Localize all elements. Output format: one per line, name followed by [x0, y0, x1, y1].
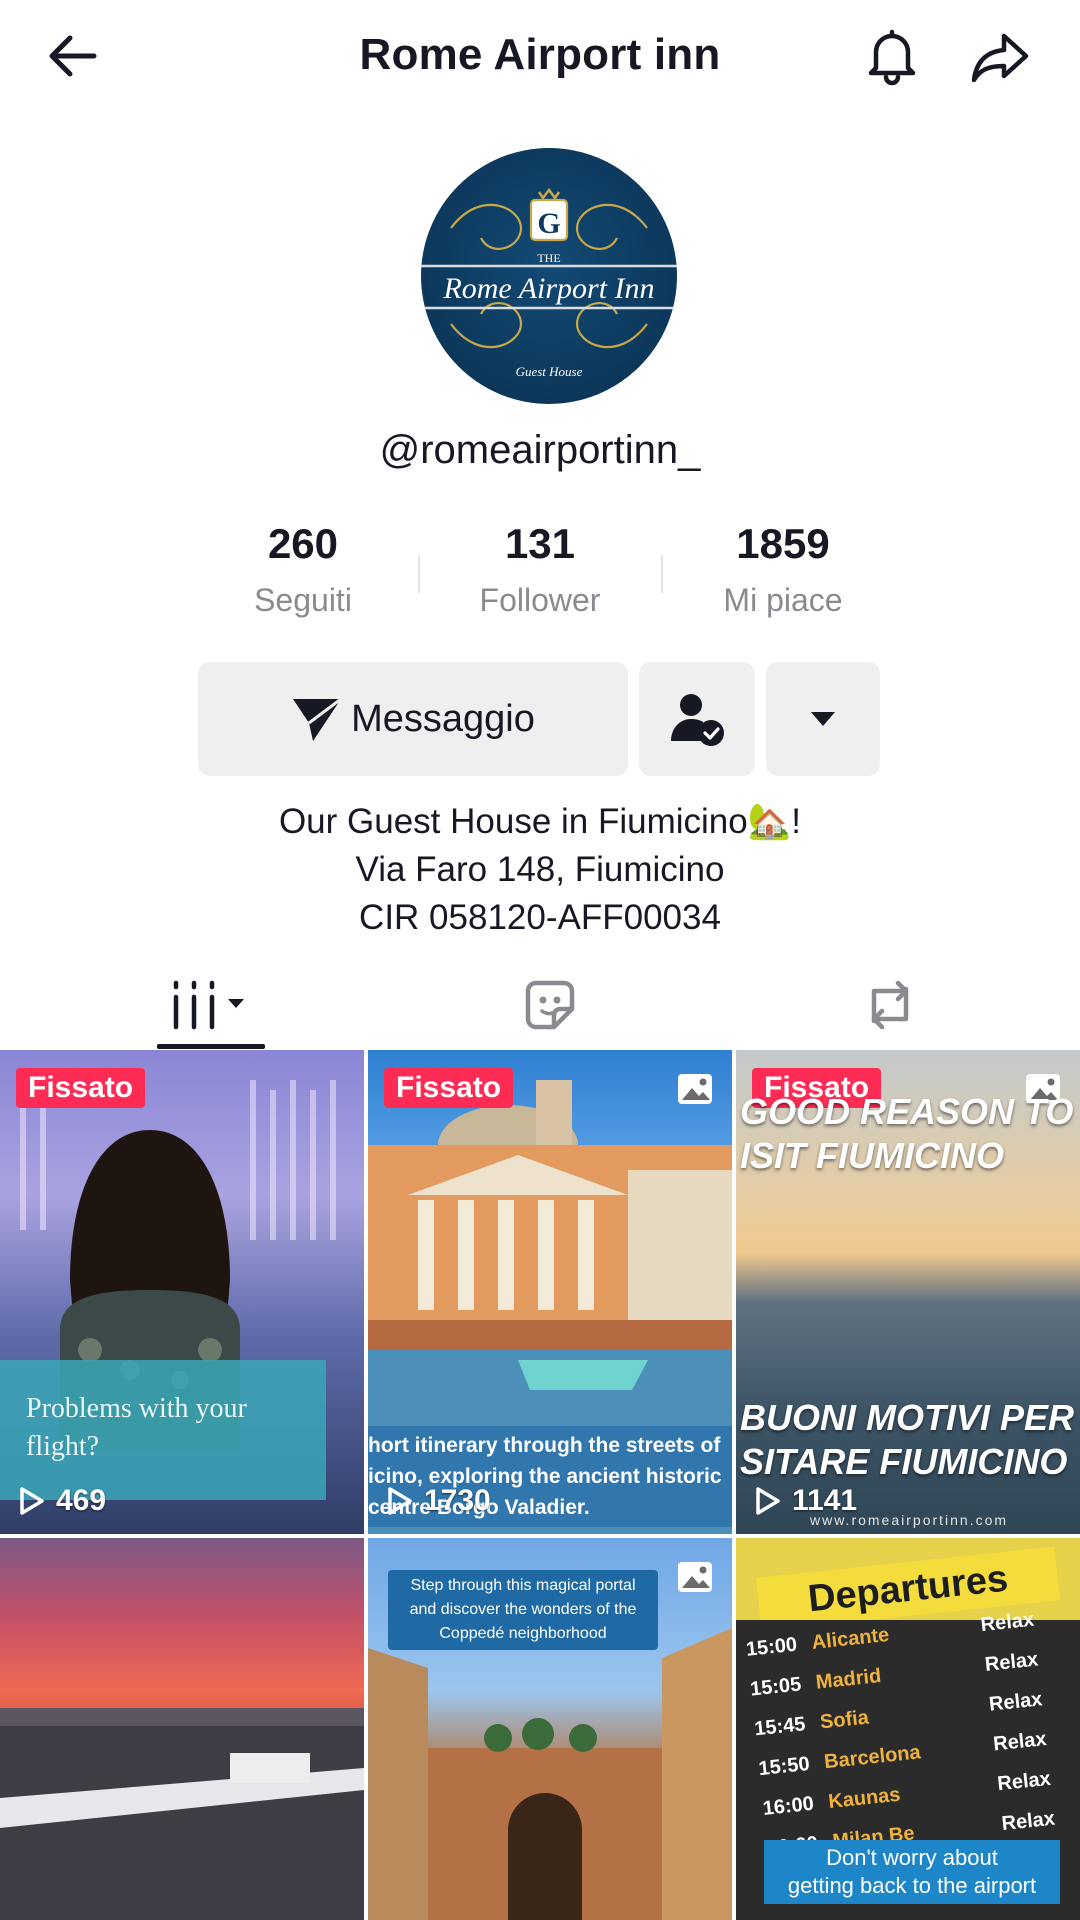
stat-following[interactable]: 260 Seguiti [193, 520, 413, 619]
active-tab-indicator [157, 1044, 265, 1049]
video-tile[interactable] [0, 1538, 364, 1920]
stat-divider [418, 555, 420, 593]
play-icon [388, 1487, 412, 1515]
avatar-subtitle: Guest House [516, 364, 583, 379]
bio-line: Our Guest House in Fiumicino🏡! [278, 802, 802, 841]
bell-icon[interactable] [860, 24, 924, 88]
departure-time: 15:50 [757, 1752, 811, 1781]
stat-label: Mi piace [723, 582, 843, 618]
view-count: 1730 [386, 1484, 491, 1518]
following-status-button[interactable] [639, 662, 755, 776]
photo-icon [678, 1562, 712, 1592]
video-thumbnail [0, 1708, 364, 1920]
video-grid: Fissato Problems with your flight? 469 F… [0, 1050, 1080, 1920]
departure-status: Relax [979, 1608, 1036, 1637]
departure-time: 15:05 [749, 1673, 803, 1701]
departure-status: Relax [988, 1688, 1044, 1716]
repost-icon [871, 980, 909, 1030]
message-button-label: Messaggio [351, 697, 535, 740]
video-caption: Don't worry about getting back to the ai… [764, 1840, 1060, 1904]
bio-line: CIR 058120-AFF00034 [359, 898, 721, 937]
photo-icon [678, 1074, 712, 1104]
tab-reposts[interactable] [840, 960, 940, 1050]
view-count-value: 469 [56, 1484, 107, 1517]
more-options-button[interactable] [766, 662, 880, 776]
avatar-the: THE [537, 251, 560, 265]
stat-value: 131 [504, 520, 576, 567]
stat-value: 1859 [736, 520, 830, 567]
departures-rows: 15:00 Alicante Relax 15:05 Madrid Relax 15:4… [744, 1595, 1080, 1869]
video-caption: Problems with your flight? [26, 1393, 247, 1462]
video-caption-top: GOOD REASON TO ISIT FIUMICINO [740, 1091, 1074, 1176]
video-tile[interactable]: Departures 15:00 Alicante Relax 15:05 Madri… [736, 1538, 1080, 1920]
stat-likes[interactable]: 1859 Mi piace [673, 520, 893, 619]
play-icon [756, 1487, 780, 1515]
pinned-badge: Fissato [384, 1068, 514, 1108]
departure-status: Relax [996, 1767, 1052, 1796]
tab-videos[interactable] [150, 960, 270, 1050]
stat-label: Seguiti [254, 582, 352, 618]
stat-value: 260 [267, 520, 339, 567]
play-icon [20, 1487, 44, 1515]
video-caption: Step through this magical portal and dis… [388, 1570, 658, 1650]
caret-down-icon [811, 712, 835, 726]
view-count: 1141 [754, 1484, 857, 1518]
avatar-monogram: G [537, 207, 560, 240]
profile-bio: Our Guest House in Fiumicino🏡! Via Faro … [0, 798, 1080, 942]
departure-time: 15:00 [744, 1633, 799, 1661]
avatar-name: Rome Airport Inn [442, 272, 654, 305]
videos-grid-icon [173, 980, 244, 1030]
view-count: 469 [18, 1484, 106, 1518]
profile-handle: @romeairportinn_ [379, 428, 701, 472]
video-tile[interactable]: Fissato hort itinerary through the stree… [368, 1050, 732, 1534]
top-bar: Rome Airport inn [0, 0, 1080, 115]
view-count-value: 1141 [792, 1484, 858, 1517]
user-check-icon [671, 694, 724, 746]
pinned-badge: Fissato [16, 1068, 146, 1108]
departure-status: Relax [983, 1648, 1040, 1676]
video-caption-bottom: BUONI MOTIVI PER SITARE FIUMICINO [740, 1397, 1075, 1482]
tab-favorites[interactable] [500, 960, 600, 1050]
departure-status: Relax [992, 1728, 1048, 1756]
video-tile[interactable]: Step through this magical portal and dis… [368, 1538, 732, 1920]
bio-line: Via Faro 148, Fiumicino [355, 850, 725, 889]
stat-label: Follower [479, 582, 601, 618]
view-count-value: 1730 [424, 1484, 491, 1517]
avatar[interactable]: G THE Rome Airport Inn Guest House [421, 148, 677, 404]
sticker-icon [525, 980, 575, 1030]
stat-divider [661, 555, 663, 593]
video-tile[interactable]: Fissato Problems with your flight? 469 [0, 1050, 364, 1534]
video-tile[interactable]: Fissato GOOD REASON TO ISIT FIUMICINO BU… [736, 1050, 1080, 1534]
departure-status: Relax [1000, 1807, 1056, 1836]
departure-time: 15:45 [753, 1713, 807, 1741]
send-icon [293, 697, 343, 741]
share-icon[interactable] [968, 24, 1032, 88]
departure-time: 16:00 [761, 1792, 815, 1820]
profile-stats: 260 Seguiti 131 Follower 1859 Mi piace [0, 520, 1080, 630]
stat-followers[interactable]: 131 Follower [430, 520, 650, 619]
message-button[interactable]: Messaggio [198, 662, 628, 776]
content-tabs [0, 960, 1080, 1050]
